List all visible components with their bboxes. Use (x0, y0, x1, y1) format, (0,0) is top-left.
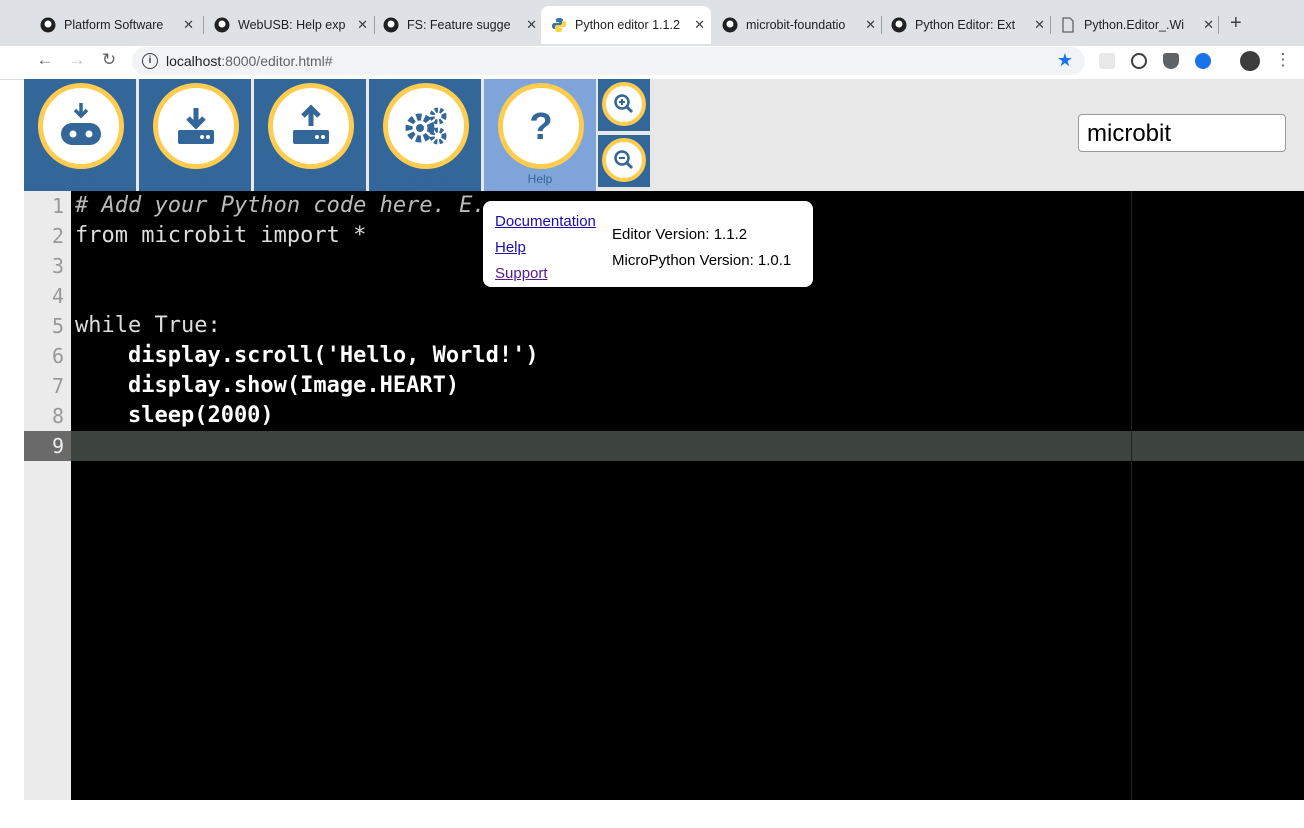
python-icon (551, 17, 567, 33)
close-icon[interactable]: ✕ (1034, 17, 1045, 33)
star-icon[interactable]: ★ (1057, 50, 1073, 71)
version-info: Editor Version: 1.1.2 MicroPython Versio… (612, 222, 791, 274)
line-number: 6 (51, 344, 64, 368)
menu-icon[interactable]: ⋮ (1272, 50, 1294, 70)
line-number: 2 (51, 224, 64, 248)
line-number: 5 (51, 314, 64, 338)
address-bar[interactable]: i localhost:8000/editor.html# ★ (132, 47, 1085, 75)
support-link[interactable]: Support (495, 261, 596, 287)
help-button[interactable]: ? Help (484, 79, 596, 191)
upload-icon (268, 83, 354, 169)
close-icon[interactable]: ✕ (357, 17, 368, 33)
help-link[interactable]: Help (495, 235, 596, 261)
line-number: 7 (51, 374, 64, 398)
active-line-highlight (24, 431, 1304, 461)
save-download-icon (153, 83, 239, 169)
github-icon (891, 17, 907, 33)
python-editor-app: Download Save Load Snippets ? Help micro… (24, 79, 1304, 800)
browser-tab[interactable]: microbit-foundatio ✕ (722, 8, 882, 42)
line-number: 4 (51, 284, 64, 308)
save-button[interactable]: Save (139, 79, 251, 191)
tab-label: Python editor 1.1.2 (575, 18, 680, 32)
microbit-download-icon (38, 83, 124, 169)
close-icon[interactable]: ✕ (526, 17, 537, 33)
password-icon[interactable] (1131, 53, 1147, 69)
svg-text:?: ? (529, 106, 552, 146)
tab-divider (203, 16, 204, 34)
browser-tab[interactable]: Platform Software ✕ (40, 8, 200, 42)
code-line: sleep(2000) (75, 403, 274, 428)
reload-icon[interactable]: ↻ (98, 50, 120, 70)
new-tab-icon[interactable]: + (1230, 12, 1242, 35)
code-line: display.show(Image.HEART) (75, 373, 460, 398)
github-icon (722, 17, 738, 33)
snippets-button[interactable]: Snippets (369, 79, 481, 191)
zoom-out-button[interactable] (598, 135, 650, 187)
info-icon[interactable]: i (142, 53, 158, 69)
url-host: localhost (166, 53, 222, 69)
tab-label: Python Editor: Ext (915, 18, 1016, 32)
load-button[interactable]: Load (254, 79, 366, 191)
download-label: Download (53, 172, 107, 186)
script-name-input[interactable]: microbit (1078, 114, 1286, 152)
documentation-link[interactable]: Documentation (495, 209, 596, 235)
browser-tab[interactable]: Python Editor: Ext ✕ (891, 8, 1051, 42)
code-line: display.scroll('Hello, World!') (75, 343, 539, 368)
browser-tab[interactable]: FS: Feature sugge ✕ (383, 8, 543, 42)
close-icon[interactable]: ✕ (865, 17, 876, 33)
code-line: while True: (75, 313, 221, 338)
code-line: # Add your Python code here. E. (75, 193, 486, 218)
tab-divider (1218, 16, 1219, 34)
tab-label: WebUSB: Help exp (238, 18, 346, 32)
browser-tab[interactable]: WebUSB: Help exp ✕ (214, 8, 374, 42)
forward-icon[interactable]: → (66, 50, 88, 70)
tab-label: microbit-foundatio (746, 18, 846, 32)
micropython-version: MicroPython Version: 1.0.1 (612, 252, 792, 269)
tab-label: Python.Editor_.Wi (1084, 18, 1185, 32)
question-icon: ? (498, 83, 584, 169)
browser-toolbar: ← → ↻ i localhost:8000/editor.html# ★ ⋮ (0, 46, 1304, 80)
zoom-out-icon (602, 138, 646, 182)
help-links: Documentation Help Support (495, 209, 596, 287)
line-number: 1 (51, 194, 64, 218)
help-popup: Documentation Help Support Editor Versio… (483, 201, 813, 287)
close-icon[interactable]: ✕ (183, 17, 194, 33)
snippets-label: Snippets (401, 172, 449, 186)
tab-divider (1050, 16, 1051, 34)
close-icon[interactable]: ✕ (1203, 17, 1214, 33)
url-path: :8000/editor.html# (221, 53, 333, 69)
extension-icon[interactable] (1099, 53, 1115, 69)
help-label: Help (527, 172, 553, 186)
line-number: 8 (51, 404, 64, 428)
zoom-in-button[interactable] (598, 79, 650, 131)
github-icon (40, 17, 56, 33)
app-header: Download Save Load Snippets ? Help micro… (24, 79, 1304, 191)
close-icon[interactable]: ✕ (694, 17, 705, 33)
avatar[interactable] (1240, 51, 1260, 71)
gears-icon (383, 83, 469, 169)
download-button[interactable]: Download (24, 79, 136, 191)
print-margin (1131, 191, 1132, 800)
browser-tab-strip: Platform Software ✕ WebUSB: Help exp ✕ F… (0, 0, 1304, 46)
tab-label: Platform Software (64, 18, 164, 32)
line-number: 3 (51, 254, 64, 278)
code-line: from microbit import * (75, 223, 367, 248)
save-label: Save (181, 172, 209, 186)
document-icon (1060, 17, 1076, 33)
tab-divider (881, 16, 882, 34)
github-icon (383, 17, 399, 33)
tab-divider (374, 16, 375, 34)
zoom-in-icon (602, 82, 646, 126)
line-number: 9 (51, 434, 64, 458)
github-icon (214, 17, 230, 33)
back-icon[interactable]: ← (34, 50, 56, 70)
editor-version: Editor Version: 1.1.2 (612, 226, 748, 243)
shield-icon[interactable] (1163, 53, 1179, 69)
extension-globe-icon[interactable] (1195, 53, 1211, 69)
tab-label: FS: Feature sugge (407, 18, 511, 32)
browser-tab-active[interactable]: Python editor 1.1.2 ✕ (541, 6, 711, 44)
browser-tab[interactable]: Python.Editor_.Wi ✕ (1060, 8, 1220, 42)
load-label: Load (296, 172, 324, 186)
url-text: localhost:8000/editor.html# (166, 53, 333, 69)
